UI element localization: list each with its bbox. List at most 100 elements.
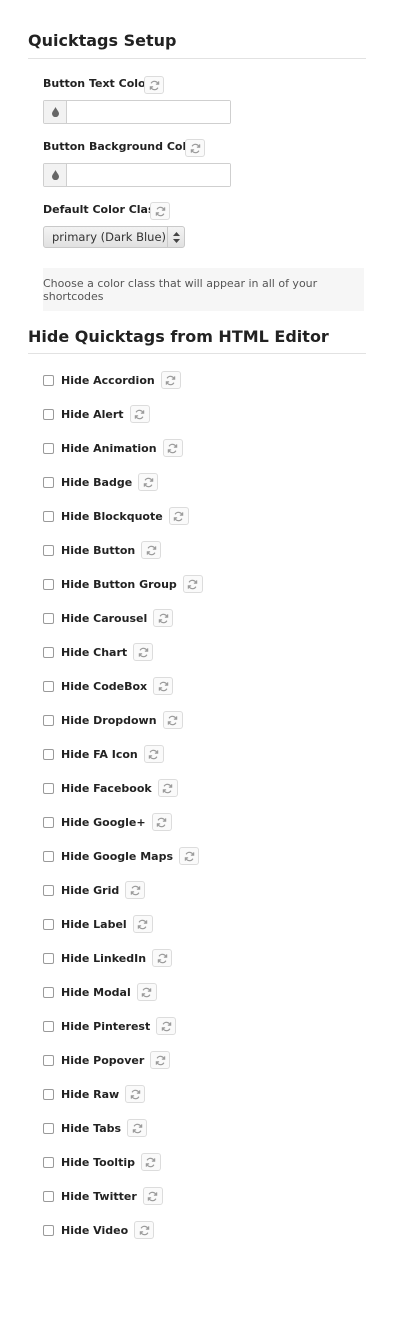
hide-checkbox[interactable] (43, 714, 54, 726)
hide-checkbox[interactable] (43, 782, 54, 794)
hide-option-row: Hide Facebook (43, 778, 178, 798)
hide-option-label[interactable]: Hide Video (61, 1224, 128, 1237)
hide-checkbox[interactable] (43, 816, 54, 828)
hide-checkbox[interactable] (43, 476, 54, 488)
reset-button[interactable] (156, 1017, 177, 1035)
hide-option-label[interactable]: Hide Raw (61, 1088, 119, 1101)
color-picker-addon[interactable] (44, 164, 67, 186)
reset-button[interactable] (140, 1153, 161, 1171)
reset-button[interactable] (136, 983, 157, 1001)
reset-button[interactable] (142, 1187, 163, 1205)
droplet-icon (51, 170, 59, 180)
hide-option-label[interactable]: Hide Google+ (61, 816, 146, 829)
hide-option-label[interactable]: Hide Dropdown (61, 714, 157, 727)
hide-option-label[interactable]: Hide Modal (61, 986, 131, 999)
default-color-class-select[interactable]: primary (Dark Blue) (43, 226, 185, 248)
reset-button[interactable] (157, 779, 178, 797)
reset-button[interactable] (133, 643, 154, 661)
refresh-icon (155, 206, 165, 216)
reset-button[interactable] (179, 847, 200, 865)
reset-button[interactable] (160, 371, 181, 389)
hide-option-label[interactable]: Hide Badge (61, 476, 132, 489)
hide-checkbox[interactable] (43, 850, 54, 862)
refresh-icon (165, 375, 176, 385)
hide-checkbox[interactable] (43, 1088, 54, 1100)
hide-option-label[interactable]: Hide Blockquote (61, 510, 163, 523)
button-text-color-input[interactable] (67, 101, 230, 123)
reset-button[interactable] (152, 949, 173, 967)
hide-checkbox[interactable] (43, 374, 54, 386)
hide-checkbox[interactable] (43, 986, 54, 998)
reset-button[interactable] (168, 507, 189, 525)
hide-option-label[interactable]: Hide Twitter (61, 1190, 137, 1203)
hide-option-label[interactable]: Hide CodeBox (61, 680, 147, 693)
hide-option-row: Hide CodeBox (43, 676, 174, 696)
reset-button[interactable] (162, 711, 183, 729)
hide-option-label[interactable]: Hide LinkedIn (61, 952, 146, 965)
reset-button[interactable] (129, 405, 150, 423)
hide-option-label[interactable]: Hide Animation (61, 442, 157, 455)
reset-button[interactable] (141, 541, 162, 559)
reset-button[interactable] (125, 881, 146, 899)
hide-option-label[interactable]: Hide Tooltip (61, 1156, 135, 1169)
hide-option-label[interactable]: Hide Carousel (61, 612, 147, 625)
reset-button[interactable] (125, 1085, 146, 1103)
hide-option-label[interactable]: Hide Alert (61, 408, 124, 421)
hide-checkbox[interactable] (43, 1020, 54, 1032)
reset-button[interactable] (150, 1051, 171, 1069)
reset-button[interactable] (127, 1119, 148, 1137)
hide-option-label[interactable]: Hide Facebook (61, 782, 152, 795)
hide-option-row: Hide Chart (43, 642, 154, 662)
hide-checkbox[interactable] (43, 544, 54, 556)
hide-checkbox[interactable] (43, 612, 54, 624)
hide-checkbox[interactable] (43, 578, 54, 590)
hide-option-label[interactable]: Hide Google Maps (61, 850, 173, 863)
hide-checkbox[interactable] (43, 952, 54, 964)
refresh-icon (184, 851, 194, 861)
hide-option-label[interactable]: Hide Accordion (61, 374, 155, 387)
reset-button[interactable] (150, 202, 170, 220)
hide-option-label[interactable]: Hide Chart (61, 646, 127, 659)
reset-button[interactable] (143, 745, 164, 763)
hide-checkbox[interactable] (43, 1224, 54, 1236)
hide-checkbox[interactable] (43, 748, 54, 760)
hide-checkbox[interactable] (43, 1156, 54, 1168)
reset-button[interactable] (153, 609, 174, 627)
refresh-icon (143, 477, 153, 487)
reset-button[interactable] (134, 1221, 155, 1239)
reset-button[interactable] (153, 677, 174, 695)
refresh-icon (137, 919, 148, 929)
hide-checkbox[interactable] (43, 1054, 54, 1066)
reset-button[interactable] (138, 473, 159, 491)
reset-button[interactable] (151, 813, 172, 831)
hide-checkbox[interactable] (43, 1190, 54, 1202)
reset-button[interactable] (185, 139, 205, 157)
reset-button[interactable] (132, 915, 153, 933)
hide-checkbox[interactable] (43, 884, 54, 896)
refresh-icon (167, 443, 178, 453)
reset-button[interactable] (182, 575, 203, 593)
hide-checkbox[interactable] (43, 646, 54, 658)
hide-option-row: Hide Google Maps (43, 846, 200, 866)
hide-option-label[interactable]: Hide Pinterest (61, 1020, 150, 1033)
reset-button[interactable] (162, 439, 183, 457)
hide-checkbox[interactable] (43, 510, 54, 522)
hide-checkbox[interactable] (43, 918, 54, 930)
color-picker-addon[interactable] (44, 101, 67, 123)
hide-checkbox[interactable] (43, 442, 54, 454)
refresh-icon (167, 715, 178, 725)
hide-checkbox[interactable] (43, 1122, 54, 1134)
reset-button[interactable] (144, 76, 164, 94)
hide-option-label[interactable]: Hide Label (61, 918, 127, 931)
hide-checkbox[interactable] (43, 408, 54, 420)
button-background-color-input[interactable] (67, 164, 230, 186)
hide-option-label[interactable]: Hide Tabs (61, 1122, 121, 1135)
hide-option-label[interactable]: Hide Button (61, 544, 135, 557)
hide-option-row: Hide Badge (43, 472, 159, 492)
hide-option-label[interactable]: Hide FA Icon (61, 748, 138, 761)
hide-option-label[interactable]: Hide Popover (61, 1054, 144, 1067)
hide-option-label[interactable]: Hide Button Group (61, 578, 177, 591)
hide-option-row: Hide Pinterest (43, 1016, 177, 1036)
hide-option-label[interactable]: Hide Grid (61, 884, 119, 897)
hide-checkbox[interactable] (43, 680, 54, 692)
